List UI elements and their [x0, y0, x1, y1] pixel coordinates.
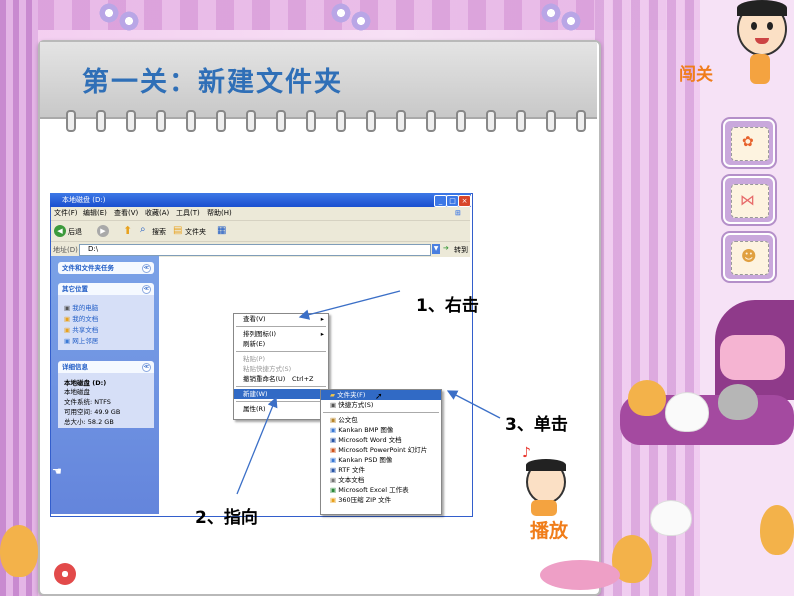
cartoon-boy-body: [750, 54, 770, 84]
nav-button-cat[interactable]: ☻: [723, 233, 775, 281]
step2-label: 2、指向: [195, 508, 258, 528]
kitten-bottom-left: [0, 525, 38, 577]
kitten-white-floor: [650, 500, 692, 536]
floor-cushion: [540, 560, 620, 590]
cat-icon: ☻: [741, 247, 757, 265]
music-note-icon: ♪: [522, 445, 531, 461]
kitten-orange-right: [760, 505, 794, 555]
cartoon-boy-head: [737, 0, 787, 56]
step3-label: 3、单击: [505, 415, 568, 435]
challenge-label[interactable]: 闯关: [679, 60, 713, 85]
play-boy-body: [531, 500, 557, 516]
play-button[interactable]: 播放: [530, 516, 568, 543]
kitten-orange: [628, 380, 666, 416]
kitten-grey: [718, 384, 758, 420]
nav-button-fish[interactable]: ⋈: [723, 176, 775, 224]
arrow-right-click: [298, 290, 401, 320]
ball-icon[interactable]: [54, 563, 76, 585]
arrow-point: [236, 396, 278, 495]
sofa-pillow: [720, 335, 785, 380]
fish-icon: ⋈: [740, 191, 755, 209]
step1-label: 1、右击: [416, 296, 479, 316]
toy-icon: ✿: [742, 134, 754, 150]
nav-button-toy[interactable]: ✿: [723, 119, 775, 167]
arrow-click: [446, 390, 501, 419]
play-boy-head: [526, 459, 566, 504]
kitten-white: [665, 392, 709, 432]
